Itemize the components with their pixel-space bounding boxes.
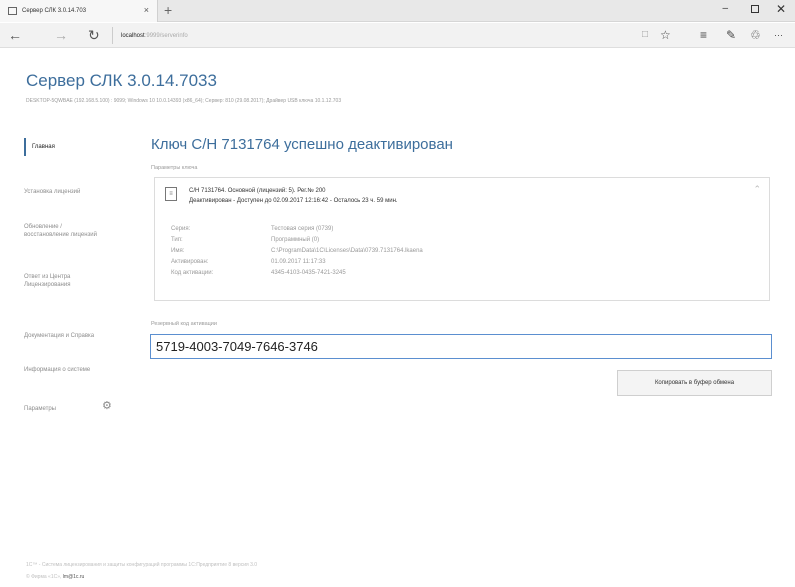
server-info-line: DESKTOP-5QWBAE (192.168.5.100) : 9099; W… (26, 98, 342, 104)
tab-close-icon[interactable]: × (144, 5, 149, 15)
refresh-icon[interactable]: ↻ (88, 27, 100, 43)
document-icon: ≡ (165, 187, 177, 201)
sidebar-item-label: Параметры (24, 406, 56, 412)
key-summary: С/Н 7131764. Основной (лицензий: 5). Рег… (189, 188, 326, 194)
key-properties-table: Серия: Тестовая серия (0739) Тип: Програ… (171, 223, 423, 278)
more-icon[interactable]: ··· (774, 27, 783, 43)
sidebar-item-system-info[interactable]: Информация о системе (24, 366, 104, 374)
browser-tab-bar: Сервер СЛК 3.0.14.703 × + – ✕ (0, 0, 795, 22)
address-bar: ← → ↻ localhost :9999/serverinfo □ ☆ ≡ ✎… (0, 23, 795, 48)
page-title: Сервер СЛК 3.0.14.7033 (26, 71, 217, 90)
footer-company: © Фирма «1С», (26, 574, 62, 580)
page-icon (8, 7, 17, 15)
property-name: Тип: (171, 236, 183, 243)
key-params-label: Параметры ключа (151, 165, 198, 171)
gear-icon: ⚙ (102, 400, 112, 412)
maximize-icon[interactable] (751, 5, 759, 13)
tab-title: Сервер СЛК 3.0.14.703 (22, 8, 87, 14)
sidebar-item-home[interactable]: Главная (24, 138, 124, 156)
new-tab-icon[interactable]: + (164, 2, 172, 18)
table-row: Тип: Программный (0) (171, 234, 423, 245)
property-name: Активирован: (171, 258, 209, 265)
collapse-icon[interactable]: ⌃ (753, 184, 761, 195)
footer-email-link[interactable]: lm@1c.ru (63, 574, 84, 580)
sidebar-item-update-licenses[interactable]: Обновление / восстановление лицензий (24, 223, 104, 239)
hub-icon[interactable]: ≡ (700, 27, 707, 43)
sidebar-item-label: Главная (32, 144, 55, 150)
table-row: Код активации: 4345-4103-0435-7421-3245 (171, 267, 423, 278)
table-row: Активирован: 01.09.2017 11:17:33 (171, 256, 423, 267)
property-value: 01.09.2017 11:17:33 (271, 258, 326, 265)
property-value: 4345-4103-0435-7421-3245 (271, 269, 346, 276)
reading-view-icon[interactable]: □ (642, 27, 648, 43)
backup-code-field[interactable] (150, 334, 772, 359)
property-value: Программный (0) (271, 236, 320, 243)
footer-copyright: 1С™ - Система лицензирования и защиты ко… (26, 562, 258, 568)
backup-code-label: Резервный код активации (151, 321, 217, 327)
favorite-star-icon[interactable]: ☆ (660, 27, 671, 43)
forward-icon[interactable]: → (54, 27, 68, 43)
property-value: C:\ProgramData\1C\Licenses\Data\0739.713… (271, 247, 423, 254)
minimize-icon[interactable]: – (722, 3, 728, 14)
url-field[interactable]: localhost :9999/serverinfo (112, 27, 632, 44)
property-name: Код активации: (171, 269, 214, 276)
sidebar-item-settings[interactable]: Параметры ⚙ (24, 400, 124, 413)
copy-to-clipboard-button[interactable]: Копировать в буфер обмена (617, 370, 772, 396)
property-value: Тестовая серия (0739) (271, 225, 334, 232)
sidebar-item-license-center-reply[interactable]: Ответ из Центра Лицензирования (24, 273, 104, 289)
result-heading: Ключ С/Н 7131764 успешно деактивирован (151, 136, 453, 153)
browser-tab[interactable]: Сервер СЛК 3.0.14.703 × (0, 0, 158, 22)
web-note-icon[interactable]: ✎ (726, 27, 736, 43)
url-path: :9999/serverinfo (144, 32, 188, 39)
sidebar-item-documentation[interactable]: Документация и Справка (24, 332, 104, 340)
property-name: Серия: (171, 225, 191, 232)
table-row: Серия: Тестовая серия (0739) (171, 223, 423, 234)
back-icon[interactable]: ← (8, 27, 22, 43)
window-close-icon[interactable]: ✕ (776, 2, 786, 16)
share-icon[interactable]: ♲ (750, 27, 761, 43)
sidebar-item-install-licenses[interactable]: Установка лицензий (24, 188, 104, 196)
url-host: localhost (121, 32, 145, 39)
key-details-panel: ≡ С/Н 7131764. Основной (лицензий: 5). Р… (154, 177, 770, 301)
footer-contact: © Фирма «1С», lm@1c.ru (26, 574, 84, 580)
table-row: Имя: C:\ProgramData\1C\Licenses\Data\073… (171, 245, 423, 256)
key-status: Деактивирован - Доступен до 02.09.2017 1… (189, 198, 398, 204)
property-name: Имя: (171, 247, 185, 254)
